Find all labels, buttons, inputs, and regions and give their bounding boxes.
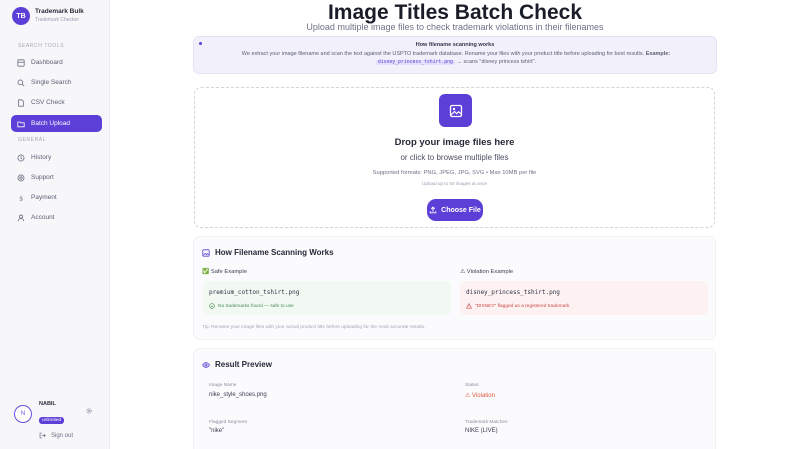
image-icon [439, 94, 472, 127]
trademark-matches-label: Trademark Matches [465, 420, 508, 425]
result-preview-title: Result Preview [202, 360, 272, 369]
section-label-search-tools: SEARCH TOOLS [18, 43, 65, 49]
dropzone-limit: Upload up to 50 images at once [422, 181, 487, 186]
user-name: NABIL [39, 401, 56, 407]
brand-subtitle: Trademark Checker [35, 17, 79, 23]
sidebar-item-label: Account [31, 214, 55, 221]
scanning-card: How Filename Scanning Works ✅ Safe Examp… [193, 236, 716, 340]
sidebar-item-history[interactable]: History [11, 149, 102, 166]
user-meta: NABIL unlimited [39, 401, 65, 426]
document-icon [18, 98, 24, 107]
image-name-label: Image Name [209, 383, 237, 388]
image-name-value: nike_style_shoes.png [209, 392, 267, 398]
sidebar-item-dashboard[interactable]: Dashboard [11, 54, 102, 71]
dropzone-formats: Supported formats: PNG, JPEG, JPG, SVG •… [372, 170, 537, 176]
violation-example-box: disney_princess_tshirt.png "DISNEY" flag… [460, 281, 708, 315]
history-icon [17, 154, 25, 161]
info-example-label: Example: [645, 51, 671, 57]
sign-out-button[interactable]: Sign out [39, 432, 73, 439]
sidebar-item-label: Dashboard [31, 59, 63, 66]
dollar-icon: $ [19, 194, 23, 201]
info-banner: How filename scanning works We extract y… [193, 36, 717, 74]
warning-icon [466, 303, 472, 309]
scanning-tip: Tip: Rename your image files with your a… [202, 325, 426, 330]
info-example-file: disney_princess_tshirt.png [375, 60, 455, 65]
sidebar-item-label: Single Search [31, 79, 72, 86]
info-text: We extract your image filename and scan … [241, 51, 645, 57]
trademark-matches-value: NIKE (LIVE) [465, 428, 498, 434]
status-value: ⚠ Violation [465, 393, 495, 399]
check-circle-icon [209, 303, 215, 309]
dropzone-subtitle: or click to browse multiple files [400, 153, 509, 162]
section-label-general: GENERAL [18, 137, 47, 143]
plan-badge: unlimited [39, 417, 65, 424]
violation-example-note: "DISNEY" flagged as a registered tradema… [466, 303, 569, 309]
sidebar: TB Trademark Bulk Trademark Checker SEAR… [0, 0, 110, 449]
safe-example-label: ✅ Safe Example [202, 269, 247, 275]
choose-file-button[interactable]: Choose File [427, 199, 483, 221]
sidebar-item-label: History [31, 154, 52, 161]
info-body: We extract your image filename and scan … [206, 50, 706, 67]
svg-text:$: $ [19, 194, 23, 201]
violation-note-text: "DISNEY" flagged as a registered tradema… [475, 303, 570, 309]
sidebar-item-support[interactable]: Support [11, 169, 102, 186]
info-example-result: → scans "disney princess tshirt". [456, 59, 537, 65]
user-card[interactable]: N NABIL unlimited [14, 401, 65, 426]
scanning-title-text: How Filename Scanning Works [215, 248, 334, 257]
safe-note-text: No trademarks found — safe to use [218, 303, 294, 309]
image-icon [202, 248, 210, 257]
brand[interactable]: TB Trademark Bulk Trademark Checker [12, 7, 84, 25]
sidebar-item-label: Batch Upload [31, 120, 71, 127]
scanning-title: How Filename Scanning Works [202, 248, 334, 257]
upload-icon [429, 206, 437, 214]
folder-icon [17, 121, 25, 127]
user-icon [17, 214, 25, 221]
avatar: N [14, 404, 32, 423]
result-preview-card: Result Preview Image Name nike_style_sho… [193, 348, 716, 449]
safe-example-file: premium_cotton_tshirt.png [209, 289, 300, 296]
result-preview-title-text: Result Preview [215, 360, 272, 369]
sidebar-item-csv-check[interactable]: CSV Check [11, 94, 102, 111]
brand-title: Trademark Bulk [35, 8, 84, 15]
sidebar-item-batch-upload[interactable]: Batch Upload [11, 115, 102, 132]
gear-icon[interactable] [85, 407, 93, 415]
choose-file-label: Choose File [441, 206, 481, 214]
dropzone-title: Drop your image files here [394, 137, 515, 148]
sidebar-item-account[interactable]: Account [11, 209, 102, 226]
violation-example-file: disney_princess_tshirt.png [466, 289, 560, 296]
upload-dropzone[interactable]: Drop your image files here or click to b… [194, 87, 715, 228]
sidebar-item-label: Support [31, 174, 54, 181]
sidebar-item-label: Payment [31, 194, 57, 201]
violation-example-label: ⚠ Violation Example [460, 269, 514, 275]
page-subtitle: Upload multiple image files to check tra… [306, 22, 604, 32]
support-icon [17, 174, 25, 181]
status-label: Status [465, 383, 479, 388]
dashboard-icon [17, 58, 25, 67]
eye-icon [202, 361, 210, 368]
brand-logo: TB [12, 7, 30, 25]
info-title: How filename scanning works [415, 42, 495, 48]
safe-example-box: premium_cotton_tshirt.png No trademarks … [203, 281, 451, 315]
sign-out-label: Sign out [51, 432, 74, 439]
sidebar-item-single-search[interactable]: Single Search [11, 74, 102, 91]
flagged-segment-value: "nike" [209, 428, 225, 434]
safe-example-note: No trademarks found — safe to use [209, 303, 294, 309]
search-icon [17, 79, 25, 86]
sidebar-item-label: CSV Check [31, 99, 65, 106]
flagged-segment-label: Flagged Segment [209, 420, 247, 425]
sidebar-item-payment[interactable]: $ Payment [11, 189, 102, 206]
brand-text: Trademark Bulk Trademark Checker [35, 7, 84, 25]
sign-out-icon [39, 432, 46, 439]
